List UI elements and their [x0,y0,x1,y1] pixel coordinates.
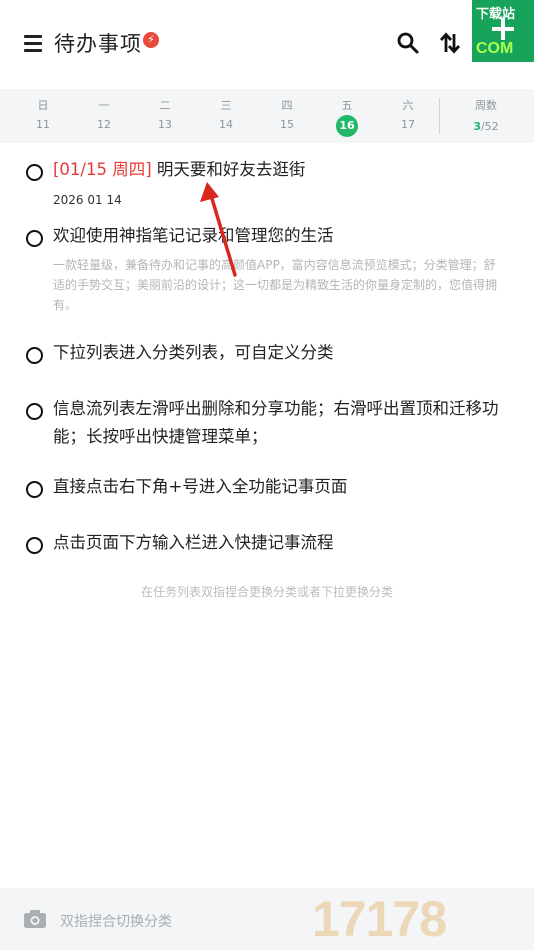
task-checkbox[interactable] [26,537,43,554]
weekday-label: 六 [402,99,414,112]
weekday-label: 四 [281,99,293,112]
date-label: 17 [401,118,415,131]
weekday-label: 三 [220,99,232,112]
weekday-label: 一 [98,99,110,112]
task-checkbox[interactable] [26,230,43,247]
site-watermark: 17178 [312,891,447,947]
task-title: 直接点击右下角+号进入全功能记事页面 [53,477,348,496]
week-total: /52 [480,120,499,133]
week-number-label: 周数 [475,99,497,112]
task-title: 明天要和好友去逛街 [156,160,306,179]
watermark-suffix: COM [476,40,514,57]
weekday-label: 二 [159,99,171,112]
task-checkbox[interactable] [26,403,43,420]
sort-icon[interactable] [438,31,462,55]
weekday-label: 五 [341,99,353,112]
add-button[interactable]: 下载站 COM [472,0,534,62]
calendar-day[interactable]: 六 17 [388,89,428,143]
task-checkbox[interactable] [26,481,43,498]
app-header: 待办事项 ⚡ [0,0,534,88]
calendar-day[interactable]: 四 15 [267,89,307,143]
task-title: 欢迎使用神指笔记记录和管理您的生活 [53,226,334,245]
list-hint-text: 在任务列表双指捏合更换分类或者下拉更换分类 [140,585,393,599]
task-checkbox[interactable] [26,164,43,181]
plus-icon [492,18,514,40]
task-checkbox[interactable] [26,347,43,364]
task-title: 信息流列表左滑呼出删除和分享功能；右滑呼出置顶和迁移功能；长按呼出快捷管理菜单； [53,399,499,446]
calendar-day[interactable]: 三 14 [206,89,246,143]
date-label: 13 [158,118,172,131]
calendar-day-today[interactable]: 五 16 [327,89,367,143]
date-label: 15 [280,118,294,131]
week-calendar: 日 11 一 12 二 13 三 14 四 15 五 16 六 17 周数 3/… [0,89,534,143]
today-date-label: 16 [336,115,358,137]
quick-input-placeholder[interactable]: 双指捏合切换分类 [60,911,172,931]
week-number-value[interactable]: 3/52 [466,120,506,133]
menu-icon[interactable] [24,35,42,53]
date-label: 12 [97,118,111,131]
task-description: 一款轻量级，兼备待办和记事的高颜值APP，富内容信息流预览模式；分类管理；舒适的… [53,258,498,312]
camera-icon[interactable] [23,909,47,929]
calendar-day[interactable]: 日 11 [23,89,63,143]
task-due-tag: [01/15 周四] [53,160,152,179]
calendar-day[interactable]: 一 12 [84,89,124,143]
task-title: 下拉列表进入分类列表，可自定义分类 [53,343,334,362]
task-title: 点击页面下方输入栏进入快捷记事流程 [53,533,334,552]
task-date: 2026 01 14 [53,193,122,207]
weekday-label: 日 [37,99,49,112]
annotation-arrow-icon [200,182,237,277]
flash-badge-icon: ⚡ [143,32,159,48]
date-label: 14 [219,118,233,131]
date-label: 11 [36,118,50,131]
calendar-divider [439,98,440,134]
page-title[interactable]: 待办事项 [54,28,142,58]
calendar-day[interactable]: 二 13 [145,89,185,143]
search-icon[interactable] [396,31,420,55]
week-current: 3 [473,120,481,133]
quick-input-bar[interactable]: 双指捏合切换分类 [0,888,534,950]
